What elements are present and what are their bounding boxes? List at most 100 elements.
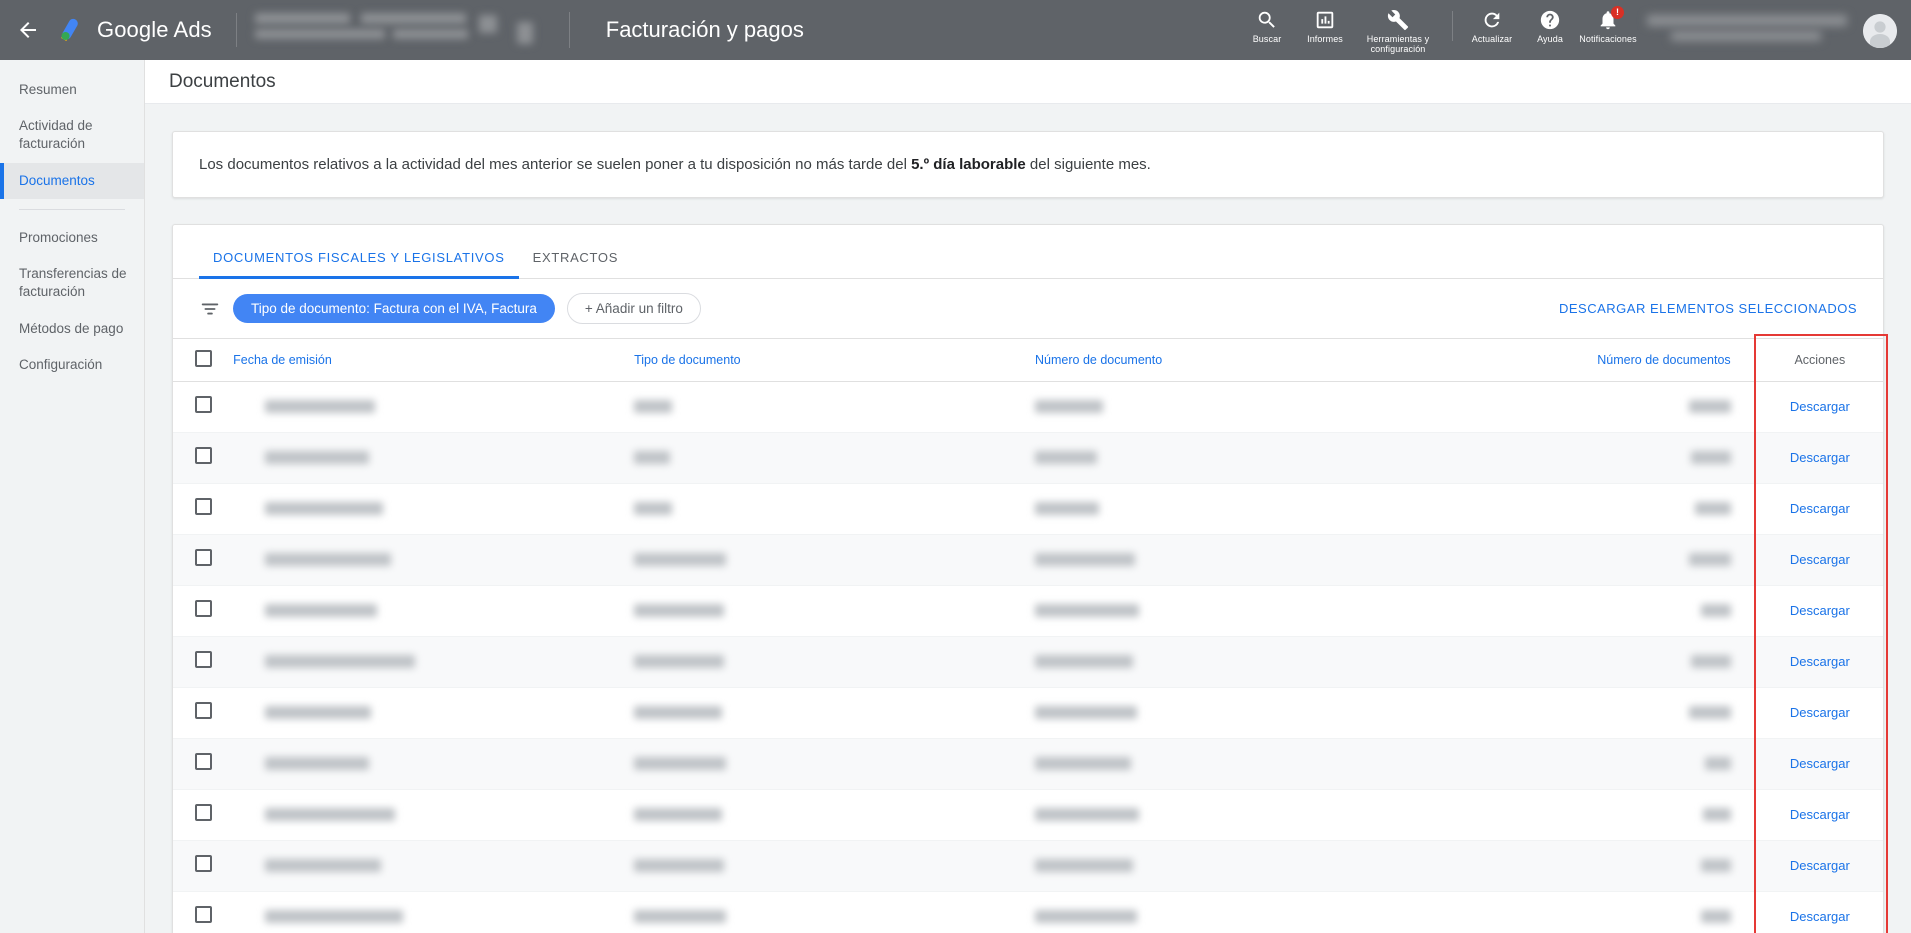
table-row[interactable]: Descargar: [173, 687, 1883, 739]
cell-tipo-documento: [634, 738, 1036, 790]
page-header: Documentos: [145, 60, 1911, 104]
row-checkbox[interactable]: [195, 906, 212, 923]
notifications-badge: !: [1611, 6, 1624, 19]
add-filter-button[interactable]: + Añadir un filtro: [566, 293, 701, 324]
info-banner: Los documentos relativos a la actividad …: [172, 131, 1884, 198]
arrow-left-icon: [20, 22, 36, 38]
search-button[interactable]: Buscar: [1238, 5, 1296, 44]
tools-settings-button[interactable]: Herramientas y configuración: [1354, 5, 1442, 55]
google-ads-logo-link[interactable]: Google Ads: [56, 15, 234, 45]
table-row[interactable]: Descargar: [173, 789, 1883, 841]
cell-tipo-documento: [634, 840, 1036, 892]
cell-numero-documento: [1035, 891, 1487, 933]
descargar-link[interactable]: Descargar: [1790, 756, 1850, 771]
descargar-link[interactable]: Descargar: [1790, 705, 1850, 720]
refresh-button[interactable]: Actualizar: [1463, 5, 1521, 44]
avatar[interactable]: [1863, 14, 1897, 48]
descargar-link[interactable]: Descargar: [1790, 399, 1850, 414]
search-icon: [1258, 11, 1275, 28]
tab-documentos-fiscales-legislativos[interactable]: DOCUMENTOS FISCALES Y LEGISLATIVOS: [199, 250, 519, 279]
header-fecha-emision[interactable]: Fecha de emisión: [233, 338, 635, 382]
table-header-row: Fecha de emisión Tipo de documento Númer…: [173, 338, 1883, 382]
table-row[interactable]: Descargar: [173, 381, 1883, 433]
row-select-cell: [173, 534, 234, 586]
cell-numero-documentos: [1486, 585, 1757, 637]
filter-chip-tipo-documento[interactable]: Tipo de documento: Factura con el IVA, F…: [233, 294, 555, 323]
row-checkbox[interactable]: [195, 447, 212, 464]
descargar-link[interactable]: Descargar: [1790, 450, 1850, 465]
page-title: Documentos: [169, 70, 276, 92]
row-checkbox[interactable]: [195, 855, 212, 872]
row-checkbox[interactable]: [195, 702, 212, 719]
descargar-link[interactable]: Descargar: [1790, 603, 1850, 618]
table-row[interactable]: Descargar: [173, 840, 1883, 892]
account-secondary-redacted: [513, 14, 543, 46]
sidebar-item-promociones[interactable]: Promociones: [0, 220, 144, 256]
sidebar-item-transferencias-facturacion[interactable]: Transferencias de facturación: [0, 256, 144, 310]
cell-numero-documentos: [1486, 840, 1757, 892]
help-button[interactable]: Ayuda: [1521, 5, 1579, 44]
row-checkbox[interactable]: [195, 549, 212, 566]
cell-tipo-documento: [634, 534, 1036, 586]
descargar-link[interactable]: Descargar: [1790, 552, 1850, 567]
header-numero-documentos[interactable]: Número de documentos: [1486, 338, 1757, 382]
cell-numero-documentos: [1486, 789, 1757, 841]
row-checkbox[interactable]: [195, 804, 212, 821]
table-row[interactable]: Descargar: [173, 534, 1883, 586]
cell-numero-documentos: [1486, 534, 1757, 586]
cell-fecha-emision: [233, 585, 635, 637]
cell-fecha-emision: [233, 789, 635, 841]
table-row[interactable]: Descargar: [173, 891, 1883, 933]
row-checkbox[interactable]: [195, 651, 212, 668]
header-numero-documento[interactable]: Número de documento: [1035, 338, 1487, 382]
row-checkbox[interactable]: [195, 498, 212, 515]
tab-bar: DOCUMENTOS FISCALES Y LEGISLATIVOS EXTRA…: [173, 225, 1883, 279]
notifications-label: Notificaciones: [1579, 34, 1637, 44]
sidebar-item-configuracion[interactable]: Configuración: [0, 347, 144, 383]
descargar-link[interactable]: Descargar: [1790, 654, 1850, 669]
download-selected-button[interactable]: DESCARGAR ELEMENTOS SELECCIONADOS: [1559, 301, 1857, 316]
descargar-link[interactable]: Descargar: [1790, 807, 1850, 822]
cell-fecha-emision: [233, 636, 635, 688]
sidebar-item-resumen[interactable]: Resumen: [0, 72, 144, 108]
cell-acciones: Descargar: [1756, 738, 1883, 790]
sidebar-item-actividad-facturacion[interactable]: Actividad de facturación: [0, 108, 144, 162]
cell-acciones: Descargar: [1756, 534, 1883, 586]
descargar-link[interactable]: Descargar: [1790, 501, 1850, 516]
cell-numero-documento: [1035, 534, 1487, 586]
cell-numero-documentos: [1486, 636, 1757, 688]
table-row[interactable]: Descargar: [173, 636, 1883, 688]
cell-tipo-documento: [634, 891, 1036, 933]
table-header: Fecha de emisión Tipo de documento Númer…: [173, 338, 1883, 382]
descargar-link[interactable]: Descargar: [1790, 858, 1850, 873]
table-row[interactable]: Descargar: [173, 738, 1883, 790]
tab-extractos[interactable]: EXTRACTOS: [519, 250, 633, 278]
reports-button[interactable]: Informes: [1296, 5, 1354, 44]
help-label: Ayuda: [1537, 34, 1563, 44]
row-select-cell: [173, 381, 234, 433]
topbar-actions: Buscar Informes Herramientas y configura…: [1238, 0, 1911, 60]
cell-fecha-emision: [233, 534, 635, 586]
row-checkbox[interactable]: [195, 396, 212, 413]
divider: [1452, 11, 1453, 41]
account-info-redacted: [251, 9, 511, 51]
sidebar-item-documentos[interactable]: Documentos: [0, 162, 144, 200]
row-select-cell: [173, 738, 234, 790]
row-checkbox[interactable]: [195, 753, 212, 770]
table-row[interactable]: Descargar: [173, 432, 1883, 484]
filter-lines-icon[interactable]: [199, 298, 221, 320]
table-row[interactable]: Descargar: [173, 585, 1883, 637]
row-checkbox[interactable]: [195, 600, 212, 617]
select-all-checkbox[interactable]: [195, 350, 212, 367]
cell-tipo-documento: [634, 483, 1036, 535]
cell-fecha-emision: [233, 738, 635, 790]
header-tipo-documento[interactable]: Tipo de documento: [634, 338, 1036, 382]
sidebar-item-metodos-pago[interactable]: Métodos de pago: [0, 311, 144, 347]
back-button[interactable]: [0, 0, 56, 60]
descargar-link[interactable]: Descargar: [1790, 909, 1850, 924]
cell-numero-documento: [1035, 432, 1487, 484]
notifications-button[interactable]: ! Notificaciones: [1579, 5, 1637, 44]
divider: [568, 12, 570, 48]
table-row[interactable]: Descargar: [173, 483, 1883, 535]
cell-tipo-documento: [634, 585, 1036, 637]
